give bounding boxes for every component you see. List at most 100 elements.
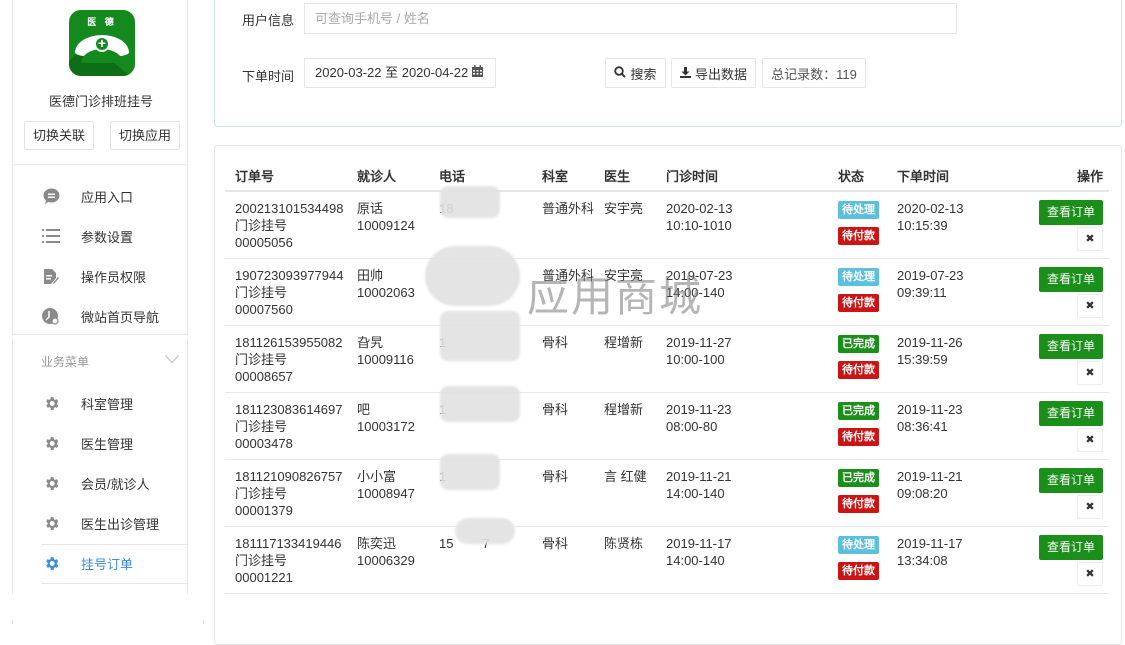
user-info-label: 用户信息	[242, 13, 295, 28]
status-badge: 已完成	[838, 469, 879, 487]
date-range-value: 2020-03-22 至 2020-04-22	[315, 65, 469, 80]
order-no: 181117133419446	[235, 536, 342, 551]
sidebar-item-params[interactable]: 参数设置	[13, 216, 189, 256]
user-info-input[interactable]	[304, 3, 957, 34]
search-icon	[614, 65, 627, 81]
sidebar-item-operator-permission[interactable]: 操作员权限	[13, 256, 189, 296]
visit-slot: 10:10-1010	[666, 218, 732, 233]
order-no-cell: 200213101534498 门诊挂号 00005056	[225, 191, 347, 259]
view-order-button[interactable]: 查看订单	[1039, 535, 1103, 560]
order-seq: 00001221	[235, 570, 293, 585]
order-no: 190723093977944	[235, 268, 344, 283]
visit-slot: 10:00-100	[666, 352, 725, 367]
order-time-cell: 2019-11-26 15:39:59	[887, 325, 1029, 393]
order-date: 2019-11-17	[897, 536, 963, 551]
status-badge: 待处理	[838, 201, 879, 219]
gear-icon	[42, 434, 60, 452]
logo-text: 医 德	[87, 17, 117, 27]
visit-time-cell: 2019-07-23 14:00-140	[656, 258, 828, 326]
order-type: 门诊挂号	[235, 486, 288, 501]
table-header-row: 订单号 就诊人 电话 科室 医生 门诊时间 状态 下单时间 操作	[225, 160, 1109, 192]
order-no-cell: 181123083614697 门诊挂号 00003478	[225, 392, 347, 460]
privacy-blur	[425, 246, 520, 306]
chevron-down-icon[interactable]	[164, 348, 180, 364]
export-button[interactable]: 导出数据	[671, 58, 756, 88]
col-visit-time: 门诊时间	[656, 160, 828, 192]
sidebar-item-member[interactable]: 会员/就诊人	[13, 463, 189, 503]
status-cell: 已完成 待付款	[828, 392, 887, 460]
table-row: 181117133419446 门诊挂号 00001221 陈奕迅 10006329 15…	[225, 526, 1109, 594]
patient-id: 10009124	[357, 218, 415, 233]
switch-link-button[interactable]: 切换关联	[24, 121, 94, 150]
col-patient: 就诊人	[347, 160, 429, 192]
actions-cell: 查看订单 ✖	[1029, 191, 1109, 259]
view-order-button[interactable]: 查看订单	[1039, 401, 1103, 426]
search-button[interactable]: 搜索	[605, 58, 666, 88]
delete-button[interactable]: ✖	[1077, 562, 1103, 586]
order-no-cell: 181117133419446 门诊挂号 00001221	[225, 526, 347, 594]
sidebar-item-doctor-schedule[interactable]: 医生出诊管理	[13, 503, 189, 543]
sidebar-item-label: 科室管理	[81, 396, 134, 412]
view-order-button[interactable]: 查看订单	[1039, 200, 1103, 225]
doctor-cell: 言 红健	[594, 459, 656, 527]
order-no-cell: 190723093977944 门诊挂号 00007560	[225, 258, 347, 326]
table-row: 200213101534498门诊挂号00005056原话1000912418普…	[225, 191, 1109, 259]
visit-slot: 08:00-80	[666, 419, 718, 434]
privacy-blur	[440, 311, 520, 361]
patient-cell: 小小富 10008947	[347, 459, 429, 527]
dept-cell: 普通外科	[532, 258, 594, 326]
visit-date: 2019-11-27	[666, 335, 732, 350]
sidebar-item-registration-orders[interactable]: 挂号订单	[13, 543, 189, 583]
status-cell: 待处理 待付款	[828, 258, 887, 326]
patient-name: 田帅	[357, 268, 384, 283]
visit-time-cell: 2019-11-27 10:00-100	[656, 325, 828, 393]
col-status: 状态	[828, 160, 887, 192]
order-clock: 09:08:20	[897, 486, 948, 501]
delete-button[interactable]: ✖	[1077, 361, 1103, 385]
delete-button[interactable]: ✖	[1077, 428, 1103, 452]
patient-id: 10009116	[357, 352, 414, 367]
order-time-cell: 2020-02-13 10:15:39	[887, 191, 1029, 259]
visit-slot: 14:00-140	[666, 553, 725, 568]
business-menu: 业务菜单 科室管理 医生管理 会员/就诊人 医生出诊管理 挂号订单	[12, 338, 189, 594]
doctor-cell: 程增新	[594, 392, 656, 460]
order-type: 门诊挂号	[235, 553, 288, 568]
gear-icon	[42, 554, 60, 572]
document-edit-icon	[42, 267, 60, 285]
order-date: 2019-11-23	[897, 402, 963, 417]
payment-status-badge: 待付款	[838, 428, 879, 446]
patient-id: 10003172	[357, 419, 415, 434]
patient-name: 陈奕迅	[357, 536, 397, 551]
payment-status-badge: 待付款	[838, 562, 879, 580]
sidebar-item-app-entry[interactable]: 应用入口	[13, 176, 189, 216]
visit-slot: 14:00-140	[666, 486, 725, 501]
delete-button[interactable]: ✖	[1077, 495, 1103, 519]
sidebar-item-microsite-nav[interactable]: 微站首页导航	[13, 296, 189, 336]
order-seq: 00001379	[235, 503, 293, 518]
sidebar-item-doctor[interactable]: 医生管理	[13, 423, 189, 463]
switch-app-button[interactable]: 切换应用	[110, 121, 180, 150]
gear-icon	[42, 514, 60, 532]
dept-cell: 骨科	[532, 392, 594, 460]
close-icon: ✖	[1085, 300, 1095, 312]
table-row: 181123083614697门诊挂号00003478吧100031721骨科程…	[225, 392, 1109, 460]
date-range-picker[interactable]: 2020-03-22 至 2020-04-22	[304, 58, 496, 88]
status-badge: 待处理	[838, 536, 879, 554]
calendar-icon	[472, 59, 484, 87]
view-order-button[interactable]: 查看订单	[1039, 267, 1103, 292]
view-order-button[interactable]: 查看订单	[1039, 334, 1103, 359]
privacy-blur	[440, 454, 500, 490]
sidebar-item-department[interactable]: 科室管理	[13, 383, 189, 423]
total-records: 总记录数：119	[762, 58, 866, 88]
sidebar-item-label: 挂号订单	[81, 556, 134, 572]
actions-cell: 查看订单 ✖	[1029, 258, 1109, 326]
visit-time-cell: 2019-11-21 14:00-140	[656, 459, 828, 527]
patient-cell: 田帅 10002063	[347, 258, 429, 326]
order-time-label: 下单时间	[242, 69, 295, 84]
sidebar-item-label: 操作员权限	[81, 269, 147, 285]
delete-button[interactable]: ✖	[1077, 227, 1103, 251]
close-icon: ✖	[1085, 367, 1095, 379]
delete-button[interactable]: ✖	[1077, 294, 1103, 318]
view-order-button[interactable]: 查看订单	[1039, 468, 1103, 493]
visit-time-cell: 2020-02-13 10:10-1010	[656, 191, 828, 259]
